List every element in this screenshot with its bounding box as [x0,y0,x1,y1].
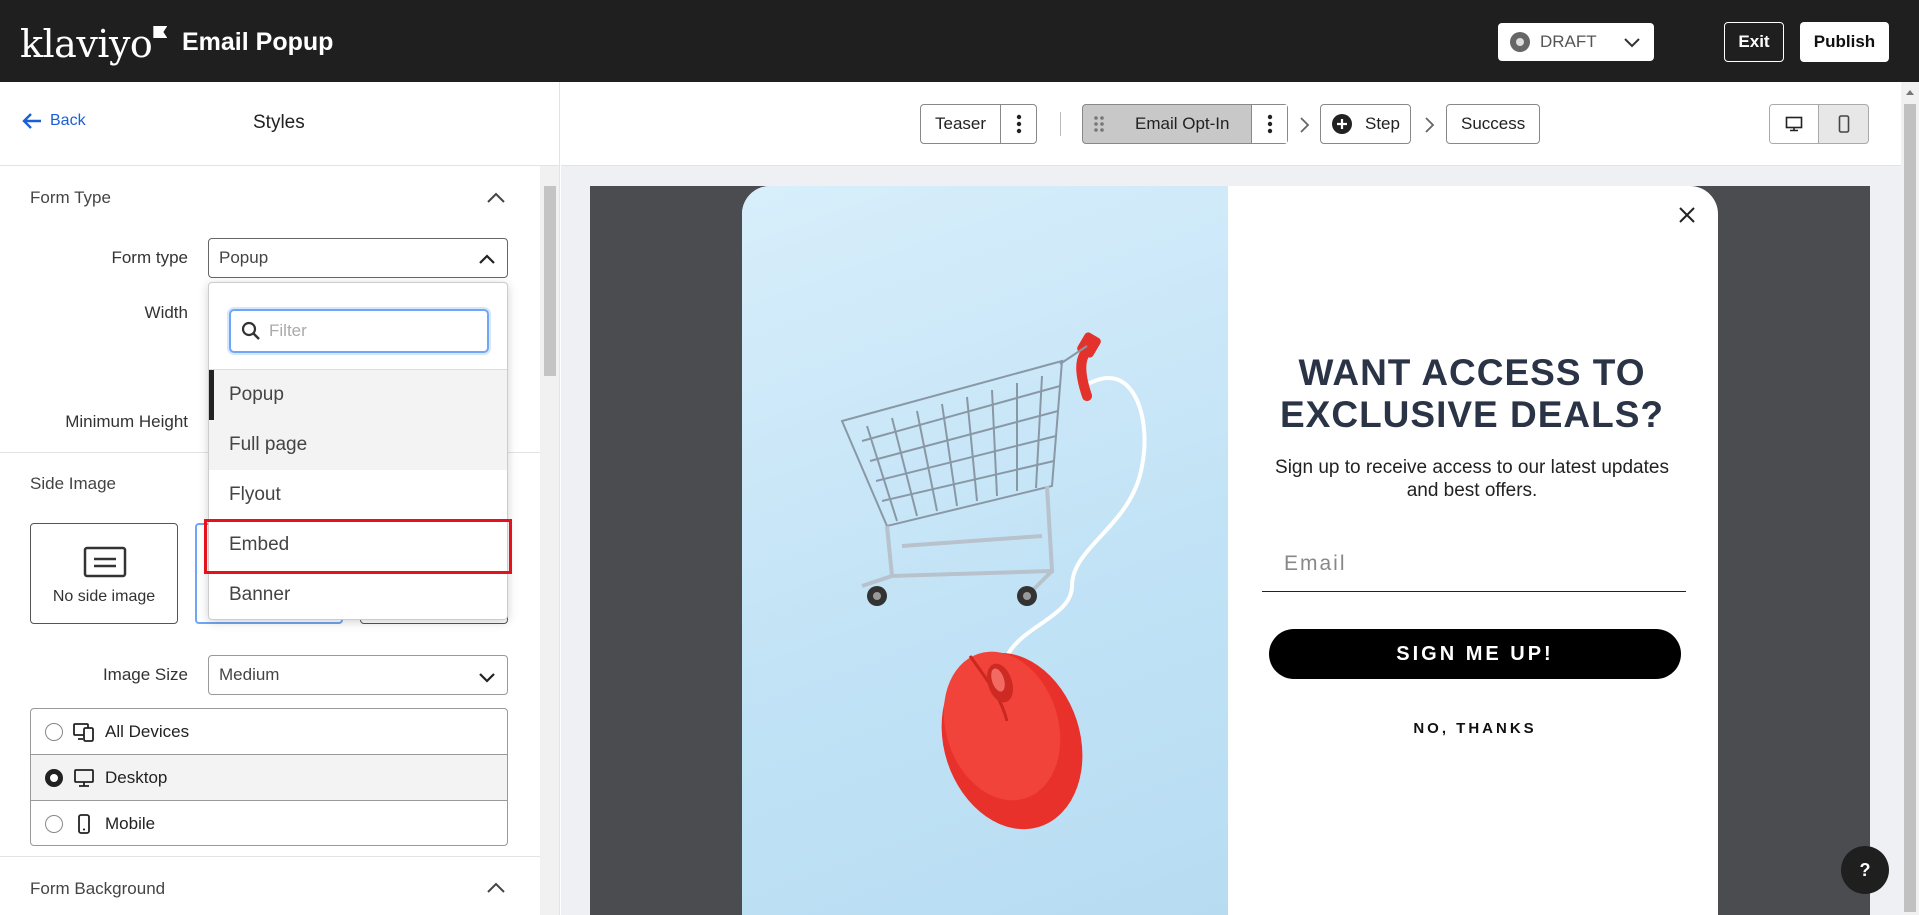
no-image-icon [83,546,127,578]
device-label: Desktop [105,767,168,787]
logo-text: klaviyo [20,22,153,66]
image-size-select[interactable]: Medium [208,655,508,695]
shopping-cart-mouse-illustration [840,332,1147,830]
view-toggle [1769,104,1869,144]
scroll-up-icon[interactable] [1906,90,1914,95]
step-separator [1060,112,1061,136]
add-step-button[interactable]: Step [1320,104,1411,144]
teaser-label[interactable]: Teaser [921,105,1000,143]
image-size-label: Image Size [102,665,188,684]
mobile-icon [78,814,90,834]
option-banner[interactable]: Banner [209,570,507,619]
device-label: All Devices [105,721,190,741]
popup-heading[interactable]: WANT ACCESS TO EXCLUSIVE DEALS? [1262,352,1682,436]
radio-button[interactable] [45,815,63,833]
no-side-image-option[interactable]: No side image [30,523,178,624]
plus-circle-icon [1332,114,1352,134]
option-full-page[interactable]: Full page [209,420,507,470]
step-label: Step [1365,114,1400,133]
filter-field[interactable] [229,309,489,353]
status-dropdown[interactable]: DRAFT [1498,23,1654,61]
klaviyo-logo[interactable]: klaviyo [20,22,168,66]
width-label: Width [144,303,188,322]
form-type-label: Form type [111,248,188,267]
side-image-section-title[interactable]: Side Image [30,474,116,494]
option-popup[interactable]: Popup [209,370,507,420]
popup-preview: WANT ACCESS TO EXCLUSIVE DEALS? Sign up … [742,186,1718,915]
search-icon [241,321,260,340]
top-bar: klaviyo Email Popup DRAFT Exit Publish [0,0,1919,82]
device-option-all[interactable]: All Devices [31,709,507,755]
form-type-section-title[interactable]: Form Type [30,188,111,208]
email-field[interactable]: Email [1262,536,1686,592]
step-bar: Teaser Email Opt-In Step Success [561,82,1901,166]
form-type-value: Popup [219,248,269,267]
section-divider [0,856,540,857]
chevron-right-icon [1425,117,1435,133]
chevron-up-icon [479,254,495,264]
back-label: Back [50,112,86,129]
logo-flag-icon [153,26,168,38]
option-flyout[interactable]: Flyout [209,470,507,520]
radio-button[interactable] [45,768,63,787]
chevron-up-icon[interactable] [484,186,508,210]
side-image[interactable] [742,186,1228,915]
teaser-step[interactable]: Teaser [920,104,1038,144]
publish-button[interactable]: Publish [1800,22,1889,62]
success-label[interactable]: Success [1447,105,1539,143]
chevron-down-icon [1624,38,1640,48]
no-side-image-label: No side image [52,588,156,605]
chevron-down-icon [479,673,495,683]
chevron-right-icon [1300,117,1310,133]
back-link[interactable]: Back [22,112,86,130]
status-value: DRAFT [1540,32,1597,51]
filter-input[interactable] [269,321,469,341]
no-thanks-button[interactable]: NO, THANKS [1269,720,1681,737]
scrollbar-thumb[interactable] [544,186,556,376]
exit-button[interactable]: Exit [1724,22,1784,62]
radio-button[interactable] [45,722,63,741]
canvas-scrollbar[interactable] [1901,82,1919,915]
all-devices-icon [73,722,94,742]
desktop-view-icon[interactable] [1770,105,1820,143]
scrollbar-thumb[interactable] [1904,104,1916,912]
form-type-select[interactable]: Popup [208,238,508,278]
device-option-mobile[interactable]: Mobile [31,801,507,845]
mobile-view-icon[interactable] [1819,105,1868,143]
device-option-desktop[interactable]: Desktop [31,755,507,801]
email-optin-more-icon[interactable] [1251,105,1287,143]
sign-up-button[interactable]: SIGN ME UP! [1269,629,1681,679]
embed-highlight-annotation [204,519,512,574]
form-background-section-title[interactable]: Form Background [30,879,165,899]
arrow-left-icon [22,113,41,129]
panel-scrollbar[interactable] [540,166,559,915]
help-button[interactable]: ? [1841,846,1889,894]
close-icon[interactable] [1672,200,1702,230]
device-selector: All Devices Desktop Mobile [30,708,508,846]
panel-header: Back Styles [0,82,559,166]
status-icon [1510,32,1530,52]
popup-subtext[interactable]: Sign up to receive access to our latest … [1272,456,1672,502]
form-title: Email Popup [182,28,334,56]
chevron-up-icon[interactable] [484,876,508,900]
success-step[interactable]: Success [1446,104,1541,144]
email-optin-label[interactable]: Email Opt-In [1115,105,1251,143]
min-height-label: Minimum Height [65,412,188,431]
device-label: Mobile [105,814,156,833]
email-optin-step[interactable]: Email Opt-In [1082,104,1288,144]
teaser-more-icon[interactable] [1000,105,1036,143]
desktop-icon [74,768,94,787]
drag-handle-icon[interactable] [1083,105,1115,143]
image-size-value: Medium [219,665,280,684]
panel-title: Styles [253,112,305,133]
